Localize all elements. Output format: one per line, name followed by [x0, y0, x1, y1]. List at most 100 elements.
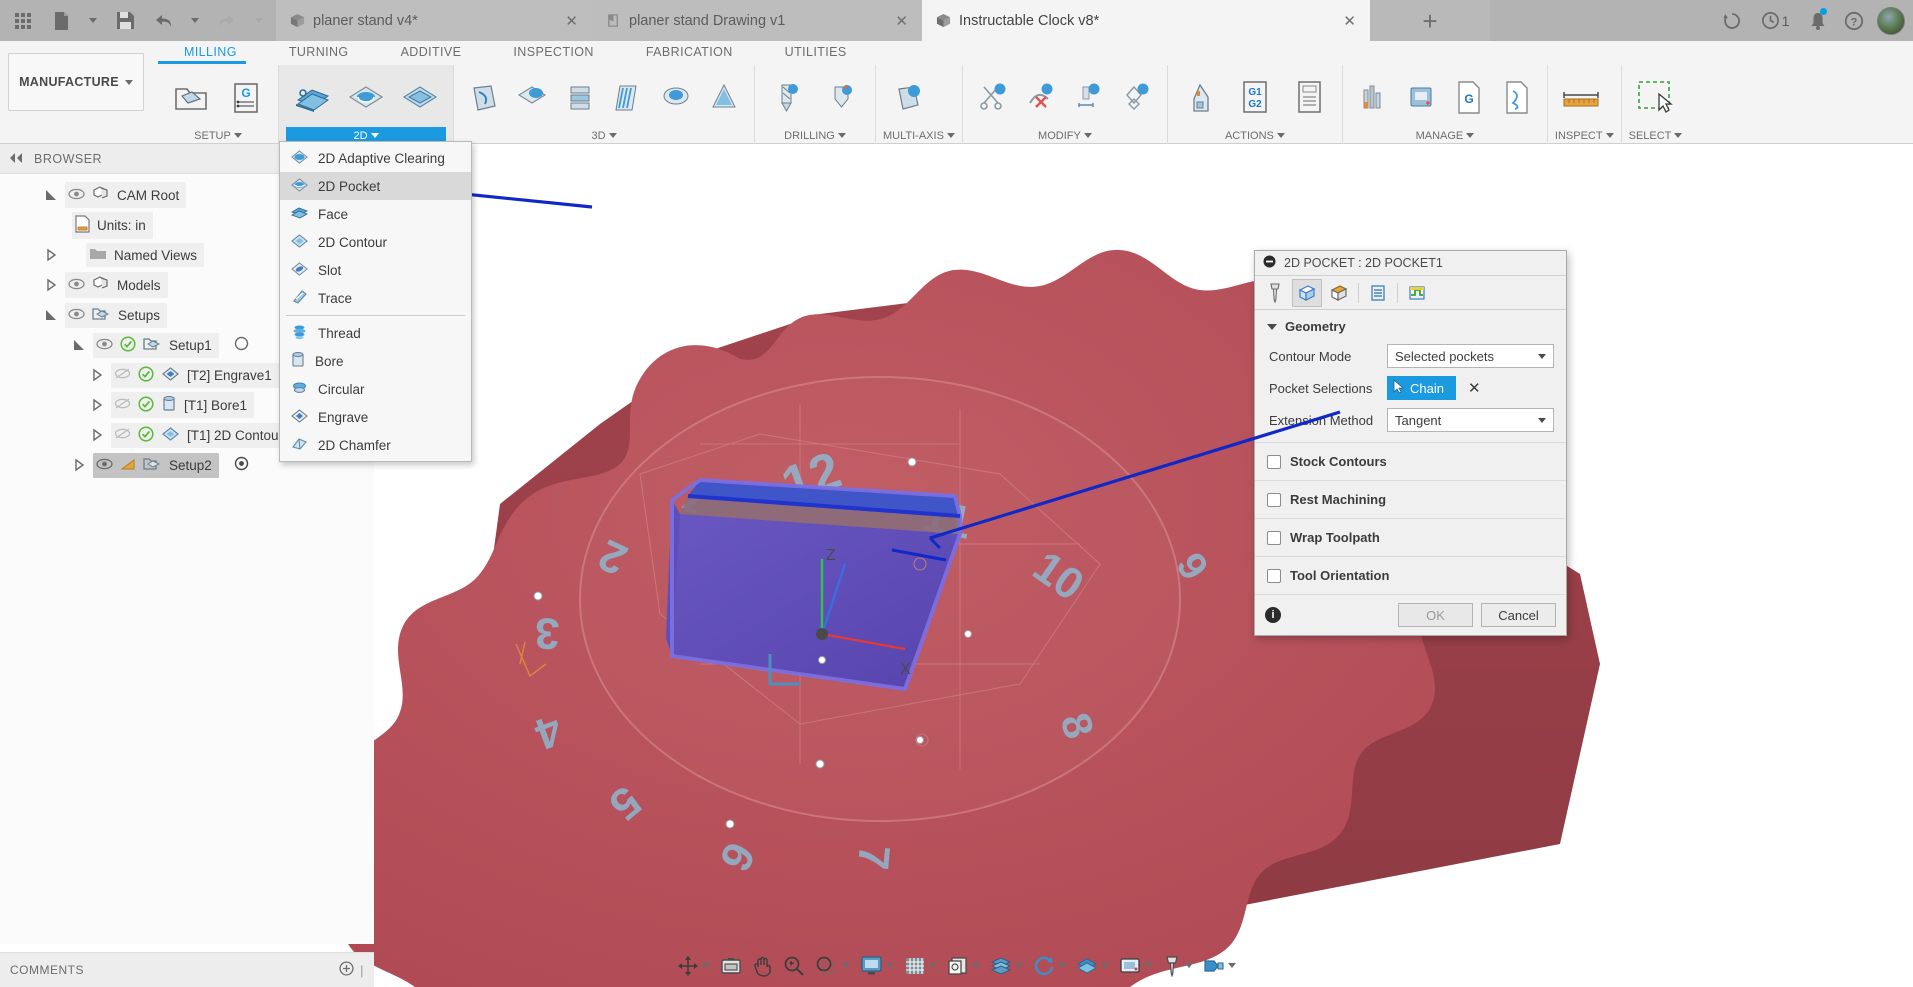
ribbon-tab-fabrication[interactable]: FABRICATION: [620, 43, 759, 61]
info-icon[interactable]: i: [1265, 607, 1281, 623]
menu-item-thread[interactable]: Thread: [280, 319, 471, 347]
eye-icon[interactable]: [96, 338, 113, 353]
stock-contours-checkbox[interactable]: [1267, 454, 1281, 469]
setup-folder-icon[interactable]: [165, 71, 217, 125]
refresh-job-icon[interactable]: [1715, 0, 1749, 41]
screenshot-icon[interactable]: [1114, 949, 1157, 983]
workspace-switcher[interactable]: MANUFACTURE: [8, 53, 144, 111]
simulate-icon[interactable]: [1175, 71, 1227, 125]
ok-button[interactable]: OK: [1398, 603, 1473, 627]
notifications-icon[interactable]: [1801, 0, 1835, 41]
menu-item-trace[interactable]: Trace: [280, 284, 471, 312]
eye-icon[interactable]: [68, 188, 85, 203]
pan-hand-icon[interactable]: [747, 949, 778, 983]
dialog-title-bar[interactable]: 2D POCKET : 2D POCKET1: [1255, 251, 1566, 276]
adaptive-2d-icon[interactable]: [340, 71, 392, 125]
extension-method-select[interactable]: Tangent: [1387, 408, 1554, 432]
twisty-expanded-icon[interactable]: [72, 338, 86, 352]
viewports-dropdown-caret[interactable]: [972, 963, 980, 968]
menu-item-face[interactable]: Face: [280, 200, 471, 228]
tool-visibility-dropdown-caret[interactable]: [1185, 963, 1193, 968]
simplify-icon[interactable]: [1114, 71, 1160, 125]
ribbon-tab-milling[interactable]: MILLING: [158, 43, 263, 61]
display-settings-icon[interactable]: [855, 949, 899, 983]
bore-drill-icon[interactable]: [816, 71, 868, 125]
checkbox-row-rest-machining[interactable]: Rest Machining: [1255, 480, 1566, 518]
fixture-visibility-dropdown-caret[interactable]: [1228, 963, 1236, 968]
viewports-icon[interactable]: [942, 949, 985, 983]
post-process-g1g2-icon[interactable]: G1 G2: [1229, 71, 1281, 125]
menu-item-2d-chamfer[interactable]: 2D Chamfer: [280, 431, 471, 459]
save-icon[interactable]: [106, 0, 144, 41]
ribbon-panel-label-inspect[interactable]: INSPECT: [1555, 127, 1614, 144]
refresh-toolpath-icon[interactable]: [1028, 949, 1071, 983]
linking-tab-icon[interactable]: [1402, 279, 1432, 307]
ribbon-tab-turning[interactable]: TURNING: [263, 43, 375, 61]
document-tab-2[interactable]: Instructable Clock v8* ✕: [922, 0, 1370, 41]
account-avatar[interactable]: [1877, 6, 1905, 35]
eye-off-icon[interactable]: [114, 397, 131, 413]
heights-tab-icon[interactable]: [1324, 279, 1354, 307]
menu-item-engrave[interactable]: Engrave: [280, 403, 471, 431]
face-icon[interactable]: [286, 71, 338, 125]
orbit-icon[interactable]: [672, 949, 715, 983]
help-icon[interactable]: ?: [1837, 0, 1871, 41]
adaptive-3d-icon[interactable]: [461, 71, 507, 125]
geometry-tab-icon[interactable]: [1292, 278, 1322, 307]
template-library-icon[interactable]: [1494, 71, 1540, 125]
machine-library-icon[interactable]: [1398, 71, 1444, 125]
drill-icon[interactable]: [762, 71, 814, 125]
rest-machining-checkbox[interactable]: [1267, 492, 1281, 507]
menu-item-slot[interactable]: Slot: [280, 256, 471, 284]
ribbon-panel-label-select[interactable]: SELECT: [1629, 127, 1683, 144]
chain-select-button[interactable]: Chain: [1387, 376, 1456, 400]
orbit-dropdown-caret[interactable]: [702, 963, 710, 968]
redo-icon[interactable]: [208, 0, 246, 41]
contour-mode-select[interactable]: Selected pockets: [1387, 344, 1554, 368]
ribbon-tab-utilities[interactable]: UTILITIES: [759, 43, 873, 61]
menu-item-2d-contour[interactable]: 2D Contour: [280, 228, 471, 256]
menu-item-2d-adaptive-clearing[interactable]: 2D Adaptive Clearing: [280, 144, 471, 172]
new-file-icon[interactable]: [42, 0, 80, 41]
undo-icon[interactable]: [144, 0, 182, 41]
passes-tab-icon[interactable]: [1363, 279, 1393, 307]
swarf-icon[interactable]: [883, 71, 935, 125]
eye-off-icon[interactable]: [114, 427, 131, 443]
horizontal-icon[interactable]: [557, 71, 603, 125]
align-icon[interactable]: [1066, 71, 1112, 125]
job-status-icon[interactable]: 1: [1751, 0, 1799, 41]
fixture-visibility-icon[interactable]: [1198, 949, 1241, 983]
ribbon-panel-label-drilling[interactable]: DRILLING: [762, 127, 868, 144]
trim-toolpath-icon[interactable]: [970, 71, 1016, 125]
geometry-section-header[interactable]: Geometry: [1255, 310, 1566, 340]
collapse-left-icon[interactable]: [8, 152, 24, 166]
clear-selection-icon[interactable]: ✕: [1468, 379, 1481, 397]
delete-toolpath-icon[interactable]: [1018, 71, 1064, 125]
view-front-icon[interactable]: [715, 949, 747, 983]
ribbon-tab-inspection[interactable]: INSPECTION: [487, 43, 619, 61]
menu-item-bore[interactable]: Bore: [280, 347, 471, 375]
circle-icon[interactable]: [234, 336, 249, 354]
post-library-g-icon[interactable]: G: [1446, 71, 1492, 125]
grid-snap-icon[interactable]: [899, 949, 942, 983]
twisty-expanded-icon[interactable]: [44, 188, 58, 202]
spiral-icon[interactable]: [701, 71, 747, 125]
grid-snap-dropdown-caret[interactable]: [929, 963, 937, 968]
setup-sheet-icon[interactable]: [1283, 71, 1335, 125]
cancel-button[interactable]: Cancel: [1481, 603, 1556, 627]
stock-visibility-dropdown-caret[interactable]: [1015, 963, 1023, 968]
eye-icon[interactable]: [96, 458, 113, 473]
tool-tab-icon[interactable]: [1260, 279, 1290, 307]
window-select-icon[interactable]: [1629, 71, 1681, 125]
menu-item-circular[interactable]: Circular: [280, 375, 471, 403]
ribbon-panel-label-modify[interactable]: MODIFY: [970, 127, 1160, 144]
twisty-expanded-icon[interactable]: [44, 308, 58, 322]
ribbon-tab-additive[interactable]: ADDITIVE: [375, 43, 488, 61]
redo-dropdown-caret[interactable]: [246, 0, 272, 41]
twisty-collapsed-icon[interactable]: [90, 398, 104, 412]
document-tab-close-icon[interactable]: ✕: [873, 12, 908, 30]
screenshot-dropdown-caret[interactable]: [1144, 963, 1152, 968]
zoom-window-dropdown-caret[interactable]: [842, 963, 850, 968]
display-settings-dropdown-caret[interactable]: [886, 963, 894, 968]
zoom-window-icon[interactable]: [810, 949, 855, 983]
